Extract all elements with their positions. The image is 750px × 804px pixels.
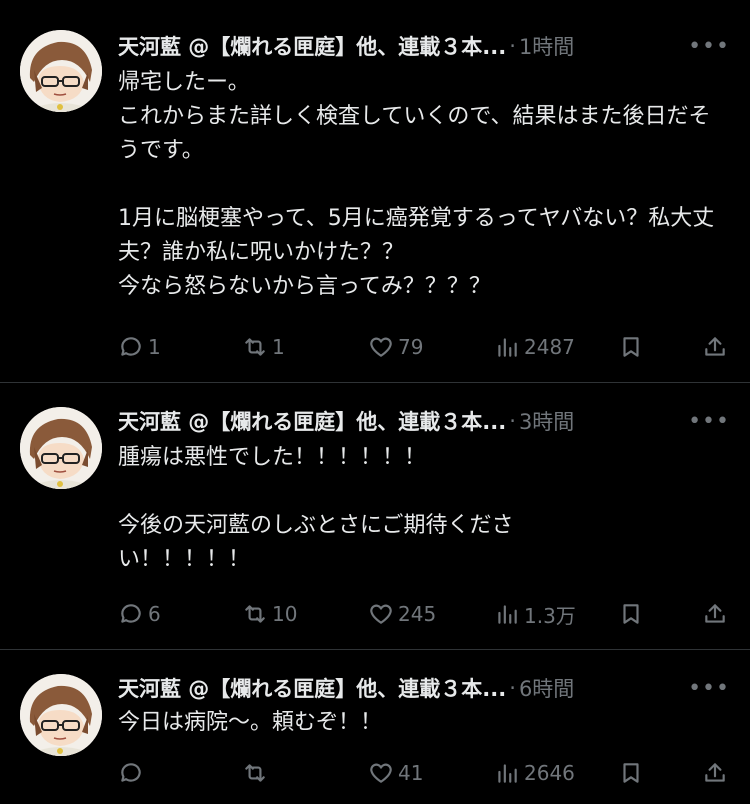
reply-button[interactable]: 1	[118, 334, 161, 360]
bookmark-icon	[623, 604, 639, 624]
timestamp[interactable]: 6時間	[519, 673, 574, 703]
views-button[interactable]: 1.3万	[494, 600, 576, 629]
heart-icon	[370, 337, 392, 357]
avatar[interactable]	[20, 674, 102, 756]
like-count: 41	[398, 761, 424, 785]
avatar[interactable]	[20, 30, 102, 112]
tweet-header: 天河藍 @【爛れる匣庭】他、連載３本... · 3時間 •••	[118, 405, 730, 437]
speech-bubble-icon	[121, 337, 141, 356]
more-horizontal-icon[interactable]: •••	[688, 30, 730, 62]
bookmark-button[interactable]	[618, 334, 644, 360]
more-horizontal-icon[interactable]: •••	[688, 405, 730, 437]
views-button[interactable]: 2646	[494, 760, 575, 786]
tweet[interactable]: 天河藍 @【爛れる匣庭】他、連載３本... · 6時間 ••• 今日は病院〜。頼…	[0, 650, 750, 804]
bookmark-icon	[623, 763, 639, 783]
heart-icon	[370, 604, 392, 624]
action-bar: 41 2646	[118, 756, 730, 790]
reply-count: 6	[148, 602, 161, 626]
share-button[interactable]	[702, 760, 728, 786]
tweet[interactable]: 天河藍 @【爛れる匣庭】他、連載３本... · 1時間 ••• 帰宅したー。 こ…	[0, 0, 750, 383]
tweet-text: 腫瘍は悪性でした！！！！！！ 今後の天河藍のしぶとさにご期待くださ い！！！！！	[118, 445, 514, 572]
tweet-text: 帰宅したー。 これからまた詳しく検査していくので、結果はまた後日だそうです。 1…	[118, 70, 715, 299]
repost-button[interactable]: 10	[242, 601, 297, 627]
separator-dot: ·	[509, 34, 516, 58]
tweet-header: 天河藍 @【爛れる匣庭】他、連載３本... · 6時間 •••	[118, 672, 730, 704]
bar-chart-icon	[498, 764, 517, 783]
timestamp[interactable]: 1時間	[519, 31, 574, 61]
separator-dot: ·	[509, 676, 516, 700]
bar-chart-icon	[498, 605, 517, 624]
speech-bubble-icon	[121, 604, 141, 623]
avatar[interactable]	[20, 407, 102, 489]
author-name[interactable]: 天河藍 @【爛れる匣庭】他、連載３本...	[118, 406, 506, 436]
share-upload-icon	[705, 763, 725, 782]
repost-button[interactable]: 1	[242, 334, 285, 360]
repost-button[interactable]	[242, 760, 272, 786]
author-name[interactable]: 天河藍 @【爛れる匣庭】他、連載３本...	[118, 31, 506, 61]
heart-icon	[370, 763, 392, 783]
tweet[interactable]: 天河藍 @【爛れる匣庭】他、連載３本... · 3時間 ••• 腫瘍は悪性でした…	[0, 383, 750, 650]
bookmark-icon	[623, 337, 639, 357]
action-bar: 1 1 79 2487	[118, 330, 730, 364]
reply-button[interactable]: 6	[118, 601, 161, 627]
bookmark-button[interactable]	[618, 601, 644, 627]
like-count: 245	[398, 602, 437, 626]
tweet-header: 天河藍 @【爛れる匣庭】他、連載３本... · 1時間 •••	[118, 30, 730, 62]
author-name[interactable]: 天河藍 @【爛れる匣庭】他、連載３本...	[118, 673, 506, 703]
share-upload-icon	[705, 337, 725, 356]
repost-arrows-icon	[245, 764, 265, 782]
repost-arrows-icon	[245, 338, 265, 356]
repost-arrows-icon	[245, 605, 265, 623]
like-button[interactable]: 41	[368, 760, 423, 786]
views-button[interactable]: 2487	[494, 334, 575, 360]
view-count: 2646	[524, 761, 575, 785]
share-upload-icon	[705, 604, 725, 623]
share-button[interactable]	[702, 601, 728, 627]
speech-bubble-icon	[121, 763, 141, 782]
timestamp[interactable]: 3時間	[519, 406, 574, 436]
more-horizontal-icon[interactable]: •••	[688, 672, 730, 704]
separator-dot: ·	[509, 409, 516, 433]
tweet-text: 今日は病院〜。頼むぞ！！	[118, 710, 383, 735]
bar-chart-icon	[498, 338, 517, 357]
view-count: 1.3万	[524, 603, 576, 628]
like-count: 79	[398, 335, 424, 359]
view-count: 2487	[524, 335, 575, 359]
like-button[interactable]: 245	[368, 601, 436, 627]
repost-count: 1	[272, 335, 285, 359]
repost-count: 10	[272, 602, 298, 626]
reply-count: 1	[148, 335, 161, 359]
like-button[interactable]: 79	[368, 334, 423, 360]
share-button[interactable]	[702, 334, 728, 360]
action-bar: 6 10 245 1.3万	[118, 597, 730, 631]
reply-button[interactable]	[118, 760, 148, 786]
bookmark-button[interactable]	[618, 760, 644, 786]
